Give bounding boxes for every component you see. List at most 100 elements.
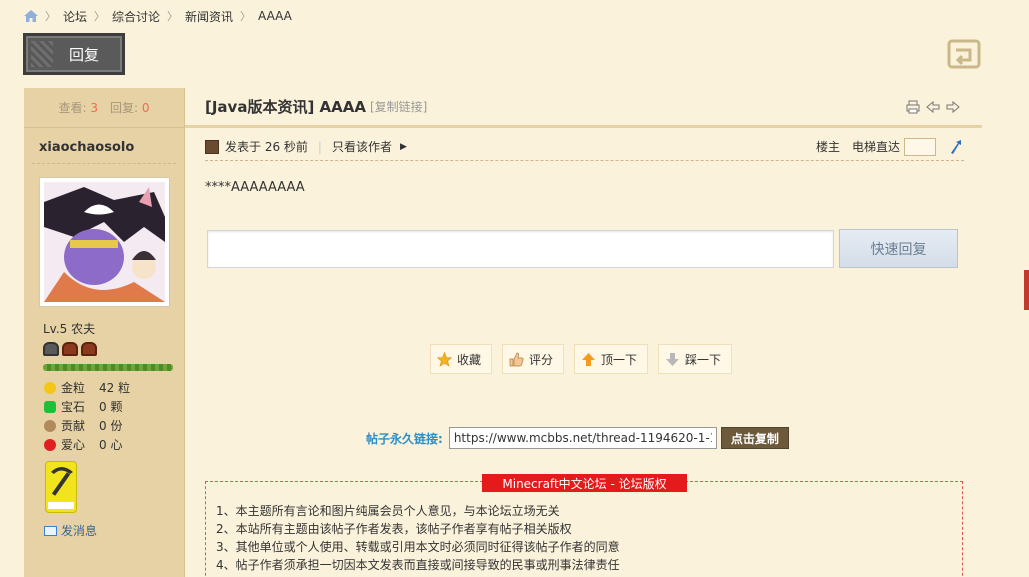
downvote-button[interactable]: 踩一下	[658, 344, 733, 374]
breadcrumb-item-general[interactable]: 综合讨论	[112, 8, 160, 25]
floor-controls: 楼主 电梯直达	[815, 137, 964, 156]
copyright-list: 1、本主题所有言论和图片纯属会员个人意见，与本论坛立场无关 2、本站所有主题由该…	[216, 502, 620, 574]
post-meta: 发表于 26 秒前 | 只看该作者 ▶ 楼主 电梯直达	[205, 133, 964, 161]
quick-reply-input[interactable]	[207, 230, 834, 268]
up-arrow-icon	[582, 352, 596, 366]
favorite-label: 收藏	[457, 352, 482, 367]
author-panel: 查看: 3 回复: 0 xiaochaosolo Lv.5 农夫 金粒 42 粒	[24, 88, 185, 577]
breadcrumb-separator: 〉	[45, 10, 56, 23]
copy-link-button[interactable]: [复制链接]	[370, 98, 427, 115]
helmet-icon	[81, 342, 97, 356]
prop-value: 0 颗	[99, 400, 123, 414]
post-tools	[906, 100, 960, 114]
prop-value: 42 粒	[99, 381, 131, 395]
permalink-input[interactable]	[448, 427, 717, 449]
thumb-icon	[509, 352, 524, 366]
prop-key: 爱心	[61, 438, 86, 452]
breadcrumb-item-forum[interactable]: 论坛	[63, 8, 87, 25]
reply-button[interactable]: 回复	[23, 33, 125, 75]
author-username[interactable]: xiaochaosolo	[32, 128, 176, 164]
print-icon[interactable]	[906, 100, 920, 114]
post-time: 发表于 26 秒前	[225, 140, 308, 154]
breadcrumb-item-news[interactable]: 新闻资讯	[185, 8, 233, 25]
only-author-link[interactable]: 只看该作者	[332, 138, 392, 155]
user-properties: 金粒 42 粒 宝石 0 颗 贡献 0 份 爱心 0 心	[44, 378, 184, 454]
post-main: [Java版本资讯] AAAA [复制链接] 发表于 26 秒前 | 只看该作者…	[185, 88, 982, 577]
emerald-icon	[44, 400, 56, 413]
helmet-icon	[43, 342, 59, 356]
rate-label: 评分	[529, 352, 554, 367]
breadcrumb-separator: 〉	[94, 10, 106, 23]
breadcrumb-item-current: AAAA	[258, 9, 292, 23]
post-content: ****AAAAAAAA	[205, 180, 305, 195]
next-thread-icon[interactable]	[946, 100, 960, 114]
copyright-line: 4、帖子作者须承担一切因本文发表而直接或间接导致的民事或刑事法律责任	[216, 558, 620, 572]
breadcrumb-separator: 〉	[167, 10, 179, 23]
prop-gem: 宝石 0 颗	[44, 397, 184, 416]
copyright-box: Minecraft中文论坛 - 论坛版权 1、本主题所有言论和图片纯属会员个人意…	[205, 474, 963, 577]
post-title-row: [Java版本资讯] AAAA [复制链接]	[185, 88, 982, 128]
down-arrow-icon	[666, 352, 680, 366]
prop-value: 0 份	[99, 419, 123, 433]
prop-contribution: 贡献 0 份	[44, 416, 184, 435]
floor-jump-input[interactable]	[904, 137, 936, 156]
downvote-label: 踩一下	[685, 352, 722, 367]
pickaxe-icon	[48, 467, 74, 509]
permalink-label: 帖子永久链接:	[366, 431, 443, 446]
reply-button-label: 回复	[68, 45, 99, 64]
avatar-image	[44, 182, 165, 302]
send-message-label: 发消息	[61, 524, 98, 538]
play-icon[interactable]: ▶	[400, 142, 407, 152]
upvote-button[interactable]: 顶一下	[574, 344, 649, 374]
user-level: Lv.5 农夫	[43, 322, 96, 336]
prop-value: 0 心	[99, 438, 123, 452]
gold-nugget-icon	[44, 381, 56, 394]
breadcrumb: 〉 论坛 〉 综合讨论 〉 新闻资讯 〉 AAAA	[24, 7, 292, 25]
reply-pixel-decoration	[31, 41, 53, 67]
floor-label: 楼主	[815, 140, 840, 154]
send-message-link[interactable]: 发消息	[44, 522, 97, 539]
upvote-label: 顶一下	[601, 352, 638, 367]
prop-heart: 爱心 0 心	[44, 435, 184, 454]
favorite-button[interactable]: 收藏	[430, 344, 493, 374]
meta-separator: |	[317, 139, 322, 154]
prev-thread-icon[interactable]	[926, 100, 940, 114]
star-icon	[437, 351, 452, 367]
elevator-label: 电梯直达	[851, 140, 900, 154]
prop-key: 贡献	[61, 419, 86, 433]
replies-stat: 回复: 0	[110, 99, 150, 116]
views-label: 查看:	[58, 101, 87, 115]
rank-icons	[43, 342, 97, 356]
level-progress-fill	[43, 364, 173, 371]
breadcrumb-separator: 〉	[240, 10, 252, 23]
author-mini-avatar	[205, 139, 219, 154]
level-progress-bar	[43, 364, 173, 371]
go-icon[interactable]	[948, 139, 964, 155]
copyright-line: 3、其他单位或个人使用、转载或引用本文时必须同时征得该帖子作者的同意	[216, 540, 620, 554]
rate-button[interactable]: 评分	[502, 344, 565, 374]
return-list-icon[interactable]	[946, 38, 982, 70]
heart-icon	[44, 438, 56, 451]
prop-gold: 金粒 42 粒	[44, 378, 184, 397]
post-title: [Java版本资讯] AAAA	[205, 98, 366, 116]
thread-stats: 查看: 3 回复: 0	[24, 88, 184, 128]
replies-count: 0	[141, 101, 150, 115]
avatar[interactable]	[39, 177, 170, 307]
prop-key: 金粒	[61, 381, 86, 395]
copy-permalink-button[interactable]: 点击复制	[720, 427, 789, 449]
helmet-icon	[62, 342, 78, 356]
medal-badge[interactable]	[45, 461, 77, 513]
permalink-row: 帖子永久链接: 点击复制	[366, 427, 789, 449]
copyright-line: 1、本主题所有言论和图片纯属会员个人意见，与本论坛立场无关	[216, 504, 560, 518]
quick-reply-button[interactable]: 快速回复	[839, 229, 958, 268]
home-icon[interactable]	[24, 10, 38, 22]
prop-key: 宝石	[61, 400, 86, 414]
copyright-line: 2、本站所有主题由该帖子作者发表，该帖子作者享有帖子相关版权	[216, 522, 572, 536]
scroll-marker	[1024, 270, 1029, 310]
contribution-icon	[44, 419, 56, 432]
views-count: 3	[90, 101, 98, 115]
copyright-title: Minecraft中文论坛 - 论坛版权	[482, 474, 687, 492]
replies-label: 回复:	[110, 101, 139, 115]
mail-icon	[44, 525, 57, 536]
views-stat: 查看: 3	[58, 99, 98, 116]
